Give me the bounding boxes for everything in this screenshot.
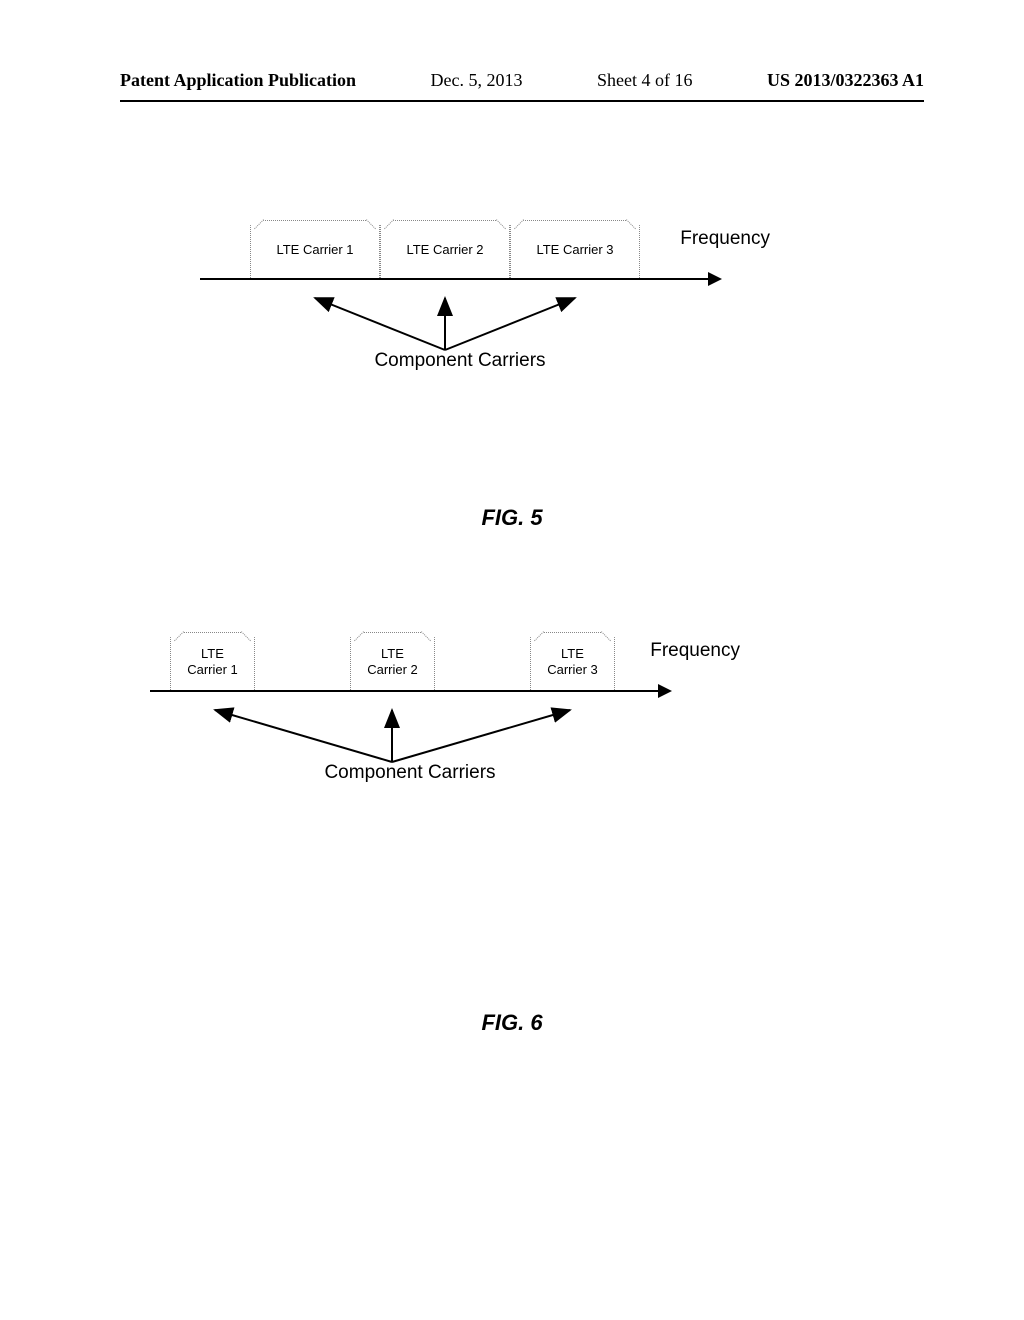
fig6-carrier-1: LTE Carrier 1 — [170, 632, 255, 690]
figure-5: LTE Carrier 1 LTE Carrier 2 LTE Carrier … — [200, 208, 720, 372]
header-publication: Patent Application Publication — [120, 70, 356, 91]
fig5-carrier-2-label: LTE Carrier 2 — [381, 242, 509, 258]
page: Patent Application Publication Dec. 5, 2… — [0, 0, 1024, 1320]
fig5-carrier-3-label: LTE Carrier 3 — [511, 242, 639, 258]
figure-6: LTE Carrier 1 LTE Carrier 2 LTE Carrier … — [150, 620, 670, 784]
fig6-carrier-row: LTE Carrier 1 LTE Carrier 2 LTE Carrier … — [150, 620, 670, 690]
fig6-carrier-2: LTE Carrier 2 — [350, 632, 435, 690]
header-sheet: Sheet 4 of 16 — [597, 70, 692, 91]
fig6-frequency-label: Frequency — [650, 640, 740, 662]
fig6-caption: FIG. 6 — [0, 1010, 1024, 1036]
page-header: Patent Application Publication Dec. 5, 2… — [120, 70, 924, 91]
fig5-carrier-row: LTE Carrier 1 LTE Carrier 2 LTE Carrier … — [200, 208, 720, 278]
header-docnum: US 2013/0322363 A1 — [767, 70, 924, 91]
fig6-carrier-3-label: LTE Carrier 3 — [531, 646, 614, 677]
fig5-carrier-2: LTE Carrier 2 — [380, 220, 510, 278]
fig5-carrier-1: LTE Carrier 1 — [250, 220, 380, 278]
header-rule — [120, 100, 924, 102]
fig5-caption: FIG. 5 — [0, 505, 1024, 531]
fig5-carrier-1-label: LTE Carrier 1 — [251, 242, 379, 258]
header-date: Dec. 5, 2013 — [431, 70, 523, 91]
fig6-carrier-1-label: LTE Carrier 1 — [171, 646, 254, 677]
fig5-frequency-label: Frequency — [680, 228, 770, 250]
fig6-connectors — [150, 690, 670, 770]
fig5-connectors — [200, 278, 720, 358]
fig6-carrier-2-label: LTE Carrier 2 — [351, 646, 434, 677]
fig6-carrier-3: LTE Carrier 3 — [530, 632, 615, 690]
fig5-carrier-3: LTE Carrier 3 — [510, 220, 640, 278]
